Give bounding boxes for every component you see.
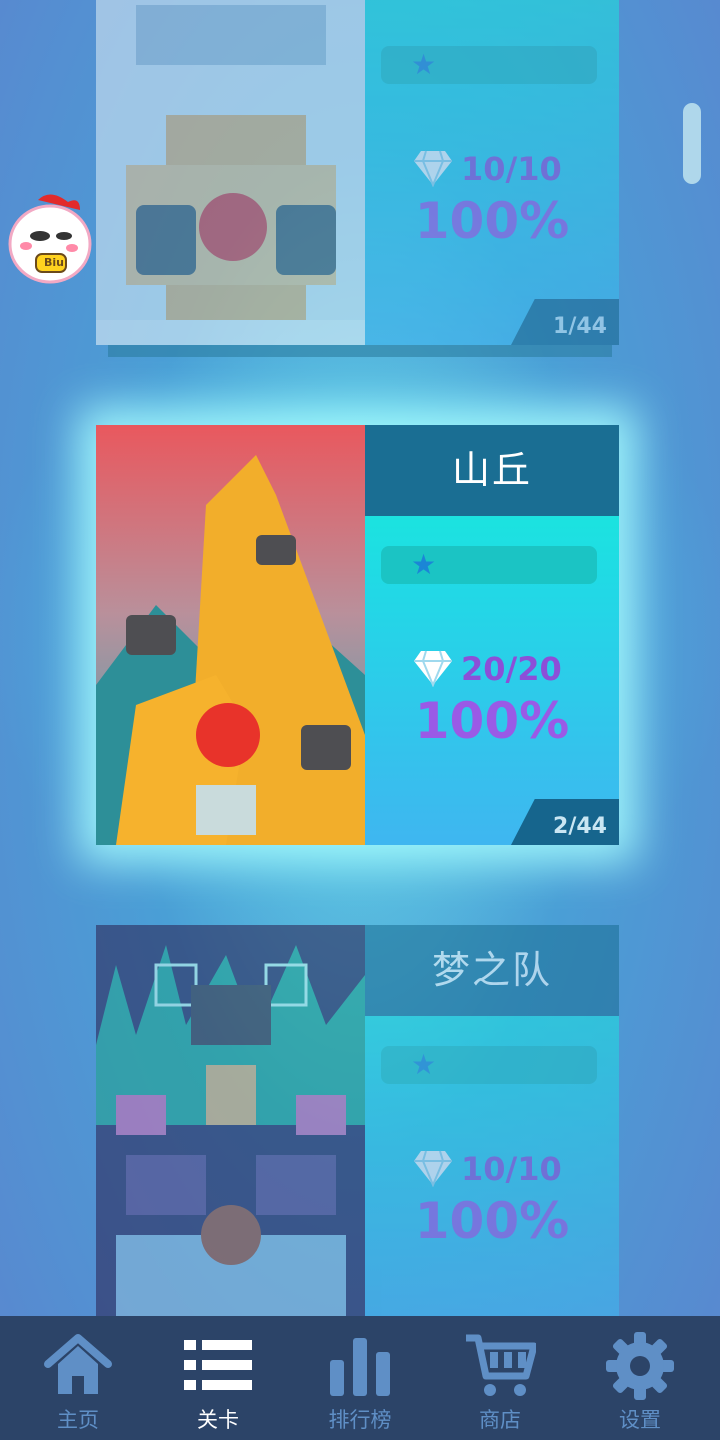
level-card-1[interactable]: ★ 10/10 100% 1/44: [96, 0, 619, 345]
star-progress-bar: ★: [381, 1046, 597, 1084]
level-thumbnail-3: [96, 925, 365, 1316]
level-index: 2/44: [553, 814, 607, 839]
nav-settings[interactable]: 设置: [570, 1316, 710, 1440]
nav-shop[interactable]: 商店: [430, 1316, 570, 1440]
level-index: 1/44: [553, 314, 607, 339]
nav-leaderboard[interactable]: 排行榜: [290, 1316, 430, 1440]
nav-label: 设置: [619, 1408, 661, 1432]
bottom-nav: 主页 关卡 排行榜 商店 设置: [0, 1316, 720, 1440]
nav-home[interactable]: 主页: [8, 1316, 148, 1440]
star-icon: ★: [411, 48, 437, 81]
cart-icon: [466, 1334, 536, 1396]
gem-row: 20/20: [413, 647, 613, 691]
level-title: 山丘: [365, 425, 619, 516]
nav-label: 关卡: [197, 1408, 239, 1432]
mascot-avatar[interactable]: Biu: [8, 190, 92, 286]
gem-count: 10/10: [461, 150, 562, 188]
mascot-badge-text: Biu: [44, 256, 64, 269]
level-card-2[interactable]: 山丘 ★ 20/20 100% 2/44: [96, 425, 619, 845]
level-title: 梦之队: [365, 925, 619, 1016]
diamond-icon: [414, 650, 452, 687]
diamond-icon: [414, 1150, 452, 1187]
star-progress-bar: ★: [381, 46, 597, 84]
level-panel-2: 山丘 ★ 20/20 100% 2/44: [365, 425, 619, 845]
level-thumbnail-2: [96, 425, 365, 845]
star-progress-bar: ★: [381, 546, 597, 584]
star-icon: ★: [411, 1048, 437, 1081]
level-panel-3: 梦之队 ★ 10/10 100%: [365, 925, 619, 1316]
completion-percent: 100%: [414, 1192, 570, 1250]
level-panel-1: ★ 10/10 100% 1/44: [365, 0, 619, 345]
nav-levels[interactable]: 关卡: [148, 1316, 288, 1440]
gem-count: 10/10: [461, 1150, 562, 1188]
diamond-icon: [414, 150, 452, 187]
completion-percent: 100%: [414, 192, 570, 250]
card-shadow: [108, 345, 612, 357]
level-card-3[interactable]: 梦之队 ★ 10/10 100%: [96, 925, 619, 1316]
gear-icon: [606, 1332, 674, 1400]
gem-row: 10/10: [413, 147, 613, 191]
nav-label: 排行榜: [328, 1408, 392, 1432]
nav-label: 主页: [57, 1408, 99, 1432]
list-icon: [184, 1340, 252, 1390]
nav-label: 商店: [479, 1408, 521, 1432]
scrollbar-thumb[interactable]: [683, 103, 701, 184]
bar-chart-icon: [330, 1338, 390, 1396]
completion-percent: 100%: [414, 692, 570, 750]
level-thumbnail-1: [96, 0, 365, 345]
home-icon: [44, 1334, 112, 1394]
gem-count: 20/20: [461, 650, 562, 688]
gem-row: 10/10: [413, 1147, 613, 1191]
star-icon: ★: [411, 548, 437, 581]
